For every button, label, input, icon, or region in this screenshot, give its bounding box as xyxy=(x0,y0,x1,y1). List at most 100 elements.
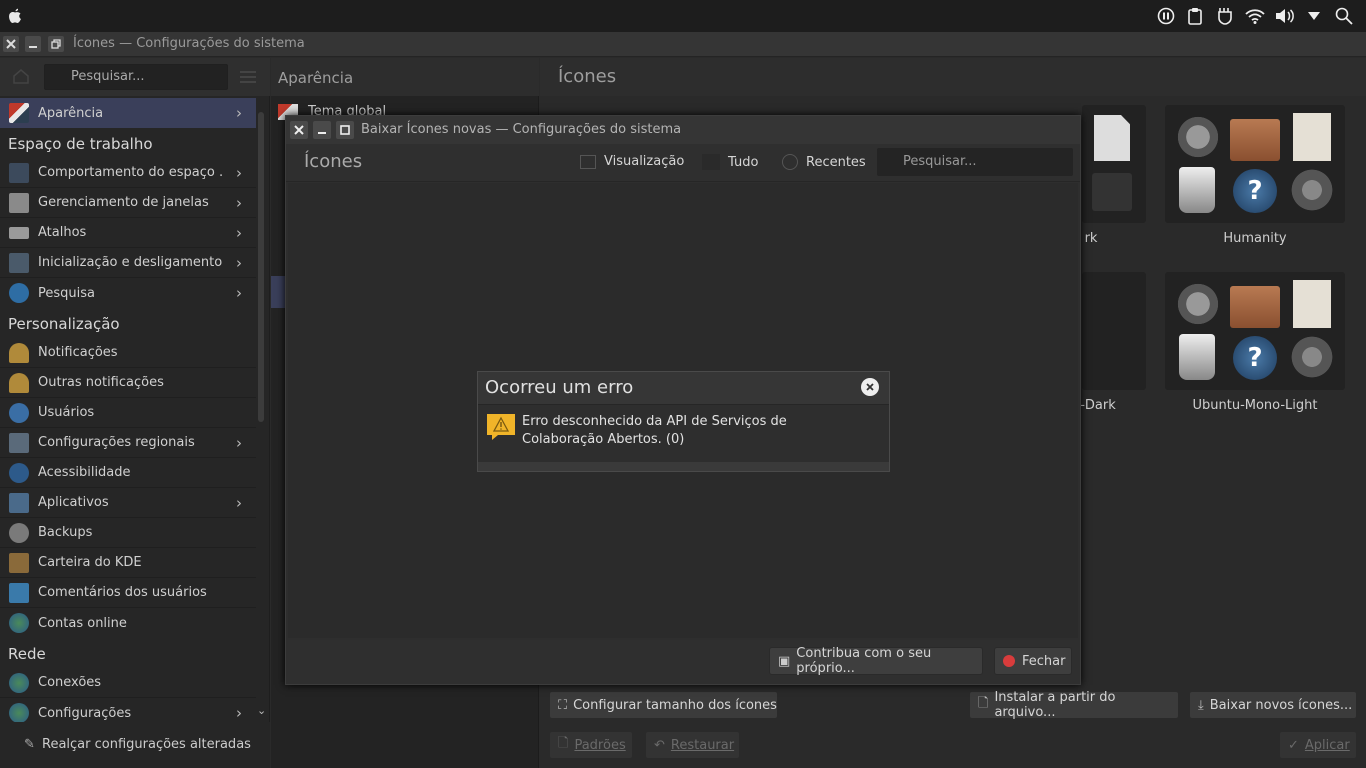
theme-tile-partial-1[interactable] xyxy=(1082,105,1146,223)
folder-icon xyxy=(1230,286,1280,328)
regional-icon xyxy=(9,432,29,453)
install-from-file-button[interactable]: 🗋 Instalar a partir do arquivo... xyxy=(969,690,1179,720)
pause-icon[interactable] xyxy=(1156,6,1176,26)
chevron-right-icon: › xyxy=(236,433,242,452)
apply-button[interactable]: ✓ Aplicar xyxy=(1279,731,1357,759)
view-mode-button[interactable]: Visualização xyxy=(580,154,684,169)
sidebar-item-other-notifications[interactable]: Outras notificações xyxy=(0,368,256,398)
sidebar-item-wallet[interactable]: Carteira do KDE xyxy=(0,548,256,578)
restore-button[interactable] xyxy=(48,36,64,52)
theme-tile-humanity[interactable]: ? xyxy=(1165,105,1345,223)
theme-name-ubuntu-mono-light: Ubuntu-Mono-Light xyxy=(1192,398,1318,413)
search-icon[interactable] xyxy=(1334,6,1354,26)
sidebar-item-regional[interactable]: Configurações regionais › xyxy=(0,428,256,458)
scroll-down-icon[interactable]: ⌄ xyxy=(257,704,266,717)
gears-icon xyxy=(1175,113,1221,161)
window-title: Ícones — Configurações do sistema xyxy=(73,36,305,51)
dialog-minimize-button[interactable] xyxy=(313,121,331,139)
highlight-icon: ✎ xyxy=(24,737,35,752)
download-icon: ⤓ xyxy=(1198,697,1204,713)
dialog-header: Ícones xyxy=(304,151,363,172)
file-icon: 🗋 xyxy=(978,696,989,711)
error-close-button[interactable] xyxy=(861,378,879,396)
clipboard-icon[interactable] xyxy=(1185,6,1205,26)
chevron-right-icon: › xyxy=(236,223,242,242)
chevron-right-icon: › xyxy=(236,493,242,512)
chevron-right-icon: › xyxy=(236,704,242,722)
sidebar-item-workspace-behavior[interactable]: Comportamento do espaço ... › xyxy=(0,158,256,188)
window-management-icon xyxy=(9,192,29,213)
theme-name-humanity: Humanity xyxy=(1223,231,1287,246)
minimize-button[interactable] xyxy=(25,36,41,52)
filter-all-button[interactable]: Tudo xyxy=(702,154,758,170)
download-new-icons-button[interactable]: ⤓ Baixar novos ícones... xyxy=(1189,691,1357,719)
middle-selected-marker xyxy=(271,276,285,308)
check-icon: ✓ xyxy=(1288,737,1299,753)
system-settings-icon xyxy=(1289,334,1335,380)
workspace-behavior-icon xyxy=(9,162,29,183)
sidebar-item-users[interactable]: Usuários xyxy=(0,398,256,428)
applications-icon xyxy=(9,492,29,513)
document-icon xyxy=(1293,113,1331,161)
configure-icon-size-button[interactable]: ⛶ Configurar tamanho dos ícones xyxy=(549,691,778,719)
chevron-right-icon: › xyxy=(236,253,242,272)
appearance-icon xyxy=(9,103,29,123)
theme-tile-partial-2[interactable] xyxy=(1082,272,1146,390)
wallet-icon xyxy=(9,552,29,573)
home-icon[interactable] xyxy=(12,68,30,84)
chevron-right-icon: › xyxy=(236,284,242,302)
sidebar-item-search[interactable]: Pesquisa › xyxy=(0,278,256,308)
system-settings-icon xyxy=(1289,167,1335,213)
trash-icon xyxy=(1179,167,1215,213)
warning-icon xyxy=(486,413,516,441)
dialog-close-footer-button[interactable]: Fechar xyxy=(994,647,1072,675)
highlight-changed-settings-button[interactable]: ✎ Realçar configurações alteradas xyxy=(24,737,251,752)
sidebar-search-input[interactable]: Pesquisar... xyxy=(44,64,228,90)
undo-icon: ↶ xyxy=(654,737,665,753)
folder-icon xyxy=(1230,119,1280,161)
sidebar-item-notifications[interactable]: Notificações xyxy=(0,338,256,368)
globe-icon xyxy=(9,672,29,693)
sidebar-item-shortcuts[interactable]: Atalhos › xyxy=(0,218,256,248)
error-message: Erro desconhecido da API de Serviços de … xyxy=(522,414,787,447)
dialog-close-button[interactable] xyxy=(290,121,308,139)
sidebar-item-startup[interactable]: Inicialização e desligamento › xyxy=(0,248,256,278)
dialog-maximize-button[interactable] xyxy=(336,121,354,139)
startup-icon xyxy=(9,252,29,273)
chevron-right-icon: › xyxy=(236,163,242,182)
backup-icon xyxy=(9,522,29,543)
help-icon: ? xyxy=(1233,336,1277,380)
sidebar-item-aparencia[interactable]: Aparência › xyxy=(0,98,256,128)
sidebar-item-backups[interactable]: Backups xyxy=(0,518,256,548)
defaults-button[interactable]: 🗋 Padrões xyxy=(549,731,633,759)
section-network: Rede xyxy=(8,645,46,663)
hamburger-menu-icon[interactable] xyxy=(240,71,256,83)
filter-recent-button[interactable]: Recentes xyxy=(782,154,866,170)
sidebar-item-window-management[interactable]: Gerenciamento de janelas › xyxy=(0,188,256,218)
dialog-search-input[interactable]: Pesquisar... xyxy=(877,148,1073,176)
bell-icon xyxy=(9,342,29,363)
chevron-down-icon[interactable] xyxy=(1304,6,1324,26)
globe-icon xyxy=(9,703,29,723)
theme-tile-ubuntu-mono-light[interactable]: ? xyxy=(1165,272,1345,390)
wifi-icon[interactable] xyxy=(1245,6,1265,26)
trash-icon xyxy=(1179,334,1215,380)
settings-sliders-icon xyxy=(1092,173,1132,211)
close-icon xyxy=(1003,655,1015,667)
close-button[interactable] xyxy=(3,36,19,52)
sidebar-item-feedback[interactable]: Comentários dos usuários xyxy=(0,578,256,608)
apple-icon[interactable] xyxy=(5,6,25,26)
sidebar-item-accessibility[interactable]: Acessibilidade xyxy=(0,458,256,488)
sidebar-item-connections[interactable]: Conexões xyxy=(0,668,256,698)
device-icon[interactable] xyxy=(1215,6,1235,26)
document-icon xyxy=(1094,115,1130,161)
volume-icon[interactable] xyxy=(1275,6,1295,26)
sidebar-scrollbar[interactable] xyxy=(256,112,266,722)
defaults-icon: 🗋 xyxy=(558,736,569,751)
top-panel xyxy=(0,0,1366,32)
sidebar-item-applications[interactable]: Aplicativos › xyxy=(0,488,256,518)
reset-button[interactable]: ↶ Restaurar xyxy=(645,731,740,759)
contribute-button[interactable]: ▣ Contribua com o seu próprio... xyxy=(769,646,983,676)
middle-header: Aparência xyxy=(278,69,354,87)
sidebar-item-online-accounts[interactable]: Contas online xyxy=(0,608,256,638)
